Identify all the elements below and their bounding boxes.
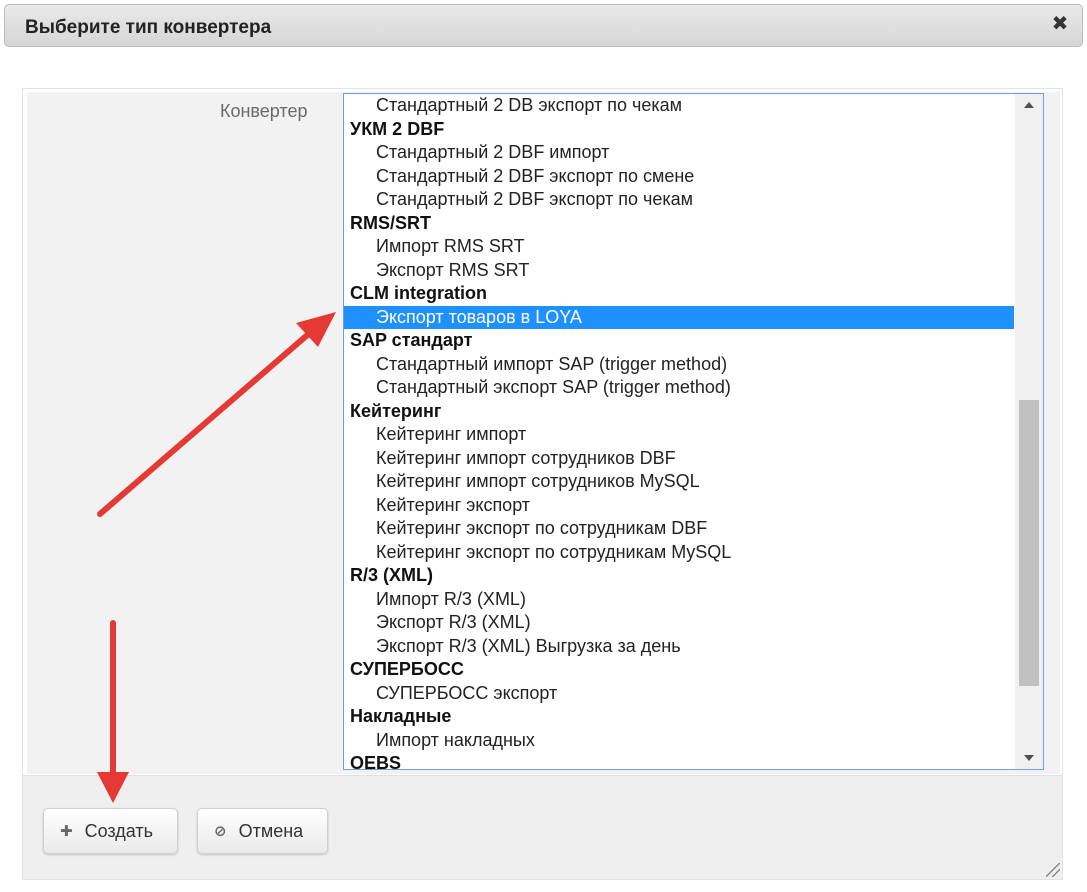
list-option[interactable]: Экспорт RMS SRT (344, 259, 1014, 283)
resize-grip-icon[interactable] (1046, 863, 1060, 877)
list-option[interactable]: Кейтеринг экспорт по сотрудникам MySQL (344, 541, 1014, 565)
list-option[interactable]: Экспорт R/3 (XML) (344, 611, 1014, 635)
close-icon[interactable]: ✖ (1050, 14, 1070, 34)
converter-options: Стандартный 2 DB экспорт по чекам УКМ 2 D… (344, 94, 1014, 770)
list-option[interactable]: Стандартный 2 DBF экспорт по смене (344, 165, 1014, 189)
option-group-label: Накладные (350, 706, 452, 726)
scroll-up-arrow-icon[interactable] (1015, 94, 1043, 116)
list-option[interactable]: Кейтеринг импорт (344, 423, 1014, 447)
list-option[interactable]: Импорт RMS SRT (344, 235, 1014, 259)
option-group-label: CLM integration (350, 283, 487, 303)
list-option[interactable]: Импорт R/3 (XML) (344, 588, 1014, 612)
cancel-button-label: Отмена (238, 820, 304, 841)
list-option[interactable]: Стандартный 2 DB экспорт по чекам (344, 94, 1014, 118)
list-option[interactable]: Экспорт товаров в LOYA (344, 305, 1014, 329)
option-group-label: SAP стандарт (350, 330, 473, 350)
dialog-titlebar[interactable]: Выберите тип конвертера ✖ (4, 4, 1083, 47)
list-option[interactable]: Кейтеринг экспорт по сотрудникам DBF (344, 517, 1014, 541)
cancel-icon: ⊘ (214, 823, 227, 840)
list-option[interactable]: Стандартный 2 DBF импорт (344, 141, 1014, 165)
create-button-label: Создать (84, 820, 153, 841)
option-group-label: Кейтеринг (350, 400, 442, 421)
option-group-label: R/3 (XML) (350, 565, 433, 585)
list-option[interactable]: Импорт накладных (344, 729, 1014, 753)
option-group-label: УКМ 2 DBF (350, 118, 445, 139)
list-option[interactable]: Стандартный экспорт SAP (trigger method) (344, 376, 1014, 400)
form-area: Конвертер Стандартный 2 DB экспорт по че… (27, 92, 1060, 774)
scroll-down-arrow-icon[interactable] (1015, 747, 1043, 769)
create-button[interactable]: ✚ Создать (43, 808, 178, 854)
dialog-title: Выберите тип конвертера (25, 17, 272, 38)
list-option[interactable]: Кейтеринг импорт сотрудников MySQL (344, 470, 1014, 494)
cancel-button[interactable]: ⊘ Отмена (197, 808, 328, 854)
list-option[interactable]: Кейтеринг экспорт (344, 494, 1014, 518)
plus-icon: ✚ (60, 823, 73, 840)
list-option[interactable]: Экспорт R/3 (XML) Выгрузка за день (344, 635, 1014, 659)
list-option[interactable]: Кейтеринг импорт сотрудников DBF (344, 447, 1014, 471)
dialog-footer: ✚ Создать ⊘ Отмена (23, 775, 1062, 879)
list-option[interactable]: Стандартный 2 DBF экспорт по чекам (344, 188, 1014, 212)
dialog-body: Конвертер Стандартный 2 DB экспорт по че… (22, 88, 1063, 880)
converter-label: Конвертер (220, 101, 308, 121)
converter-listbox[interactable]: Стандартный 2 DB экспорт по чекам УКМ 2 D… (343, 93, 1044, 770)
option-group-label: OEBS (350, 753, 402, 770)
option-group-label: RMS/SRT (350, 212, 431, 233)
list-option[interactable]: СУПЕРБОСС экспорт (344, 682, 1014, 706)
scroll-thumb[interactable] (1019, 400, 1039, 686)
list-option[interactable]: Стандартный импорт SAP (trigger method) (344, 353, 1014, 377)
option-group-label: СУПЕРБОСС (350, 659, 464, 679)
listbox-scrollbar[interactable] (1015, 94, 1043, 769)
